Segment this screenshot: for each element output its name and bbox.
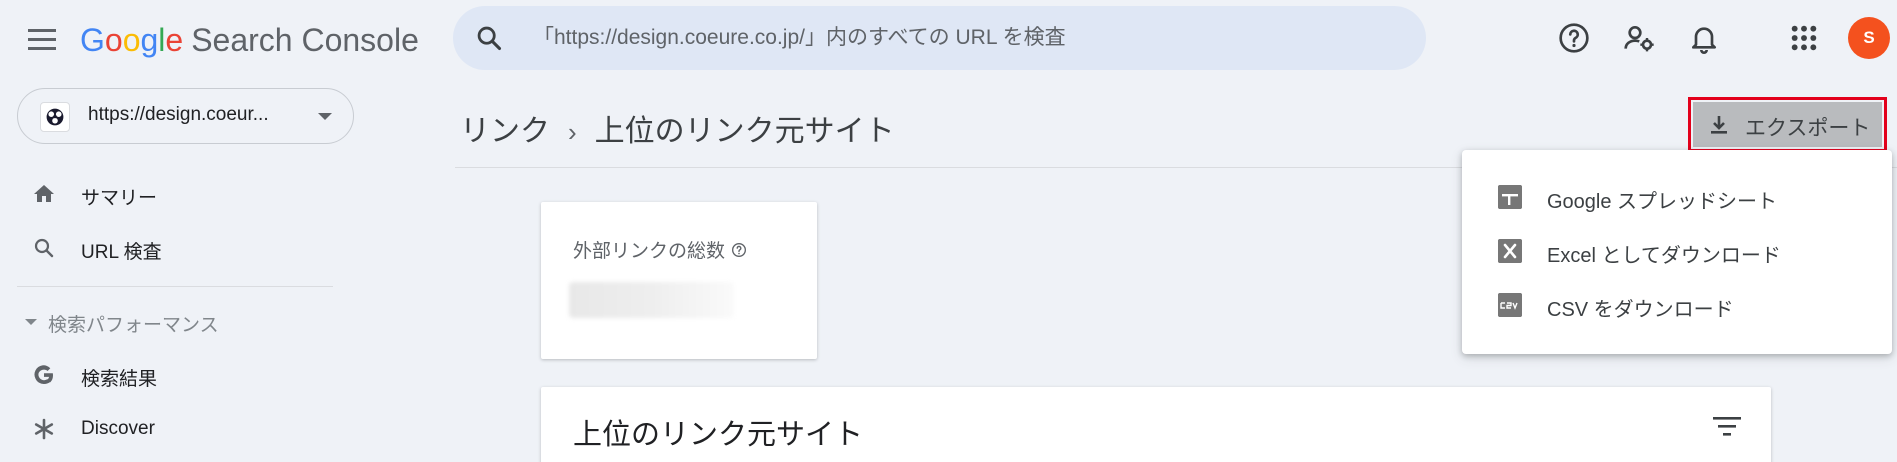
- export-dropdown-menu: Google スプレッドシート Excel としてダウンロード CSV をダウン…: [1462, 150, 1892, 354]
- url-inspection-search: [453, 6, 1426, 70]
- apps-grid-icon[interactable]: [1788, 22, 1820, 54]
- sidebar-item-label: Discover: [81, 418, 155, 439]
- breadcrumb: リンク › 上位のリンク元サイト: [460, 106, 895, 150]
- csv-icon: [1498, 293, 1522, 317]
- logo-letter: e: [165, 22, 184, 58]
- excel-icon: [1498, 239, 1522, 263]
- site-favicon-icon: [40, 102, 70, 132]
- top-app-bar: GoogleSearch Console S: [0, 0, 1897, 78]
- card-title: 上位のリンク元サイト: [573, 419, 864, 451]
- menu-item-excel-download[interactable]: Excel としてダウンロード: [1462, 224, 1892, 278]
- manage-users-icon[interactable]: [1623, 22, 1655, 54]
- redacted-value: [569, 282, 734, 318]
- export-button[interactable]: エクスポート: [1693, 102, 1882, 147]
- sidebar-item-discover[interactable]: Discover: [0, 405, 360, 453]
- logo-letter: o: [104, 22, 123, 58]
- menu-item-label: Google スプレッドシート: [1547, 191, 1778, 213]
- sidebar-item-label: サマリー: [81, 188, 158, 209]
- google-g-icon: [34, 365, 53, 385]
- hamburger-icon-bar: [28, 28, 56, 32]
- menu-item-csv-download[interactable]: CSV をダウンロード: [1462, 278, 1892, 332]
- search-icon[interactable]: [475, 24, 503, 52]
- sidebar-item-label: URL 検査: [81, 242, 162, 263]
- sidebar-divider: [17, 286, 333, 287]
- logo-letter: o: [122, 22, 141, 58]
- search-icon: [34, 238, 54, 258]
- help-icon[interactable]: [731, 242, 747, 258]
- sidebar-item-search-results[interactable]: 検索結果: [0, 351, 360, 399]
- user-avatar[interactable]: S: [1848, 17, 1890, 59]
- menu-item-label: CSV をダウンロード: [1547, 299, 1734, 321]
- notifications-icon[interactable]: [1688, 22, 1720, 54]
- property-selector[interactable]: https://design.coeur...: [17, 88, 354, 144]
- sidebar-item-label: 検索結果: [81, 369, 158, 390]
- dropdown-caret-icon: [318, 113, 332, 120]
- home-icon: [34, 185, 54, 202]
- logo-letter: g: [140, 22, 159, 58]
- collapse-triangle-icon: [25, 319, 37, 325]
- sidebar-section-label: 検索パフォーマンス: [48, 315, 219, 336]
- total-external-links-card: 外部リンクの総数: [541, 202, 817, 359]
- download-icon: [1711, 116, 1727, 134]
- google-search-console-logo[interactable]: Google Search Console: [80, 20, 419, 60]
- card-title-text: 外部リンクの総数: [573, 241, 726, 262]
- menu-item-label: Excel としてダウンロード: [1547, 245, 1781, 267]
- breadcrumb-parent-link[interactable]: リンク: [460, 115, 550, 148]
- sidebar-item-url-inspection[interactable]: URL 検査: [0, 224, 360, 272]
- top-linking-sites-card: 上位のリンク元サイト: [541, 387, 1771, 462]
- hamburger-icon-bar: [28, 37, 56, 41]
- page-title: 上位のリンク元サイト: [594, 115, 895, 148]
- sheets-icon: [1498, 185, 1522, 209]
- hamburger-icon-bar: [28, 46, 56, 50]
- search-input[interactable]: [533, 6, 1393, 70]
- sidebar-section-search-performance[interactable]: 検索パフォーマンス: [0, 305, 360, 339]
- card-title: 外部リンクの総数: [573, 236, 747, 263]
- filter-icon[interactable]: [1713, 415, 1741, 437]
- property-url-label: https://design.coeur...: [88, 104, 269, 125]
- export-button-label: エクスポート: [1745, 117, 1871, 140]
- help-icon[interactable]: [1558, 22, 1590, 54]
- asterisk-icon: [34, 418, 54, 440]
- breadcrumb-separator: ›: [568, 117, 577, 147]
- logo-letter: G: [80, 22, 105, 58]
- sidebar-item-summary[interactable]: サマリー: [0, 170, 360, 218]
- menu-item-google-sheets[interactable]: Google スプレッドシート: [1462, 170, 1892, 224]
- product-name: Search Console: [191, 22, 419, 58]
- main-menu-button[interactable]: [22, 24, 62, 54]
